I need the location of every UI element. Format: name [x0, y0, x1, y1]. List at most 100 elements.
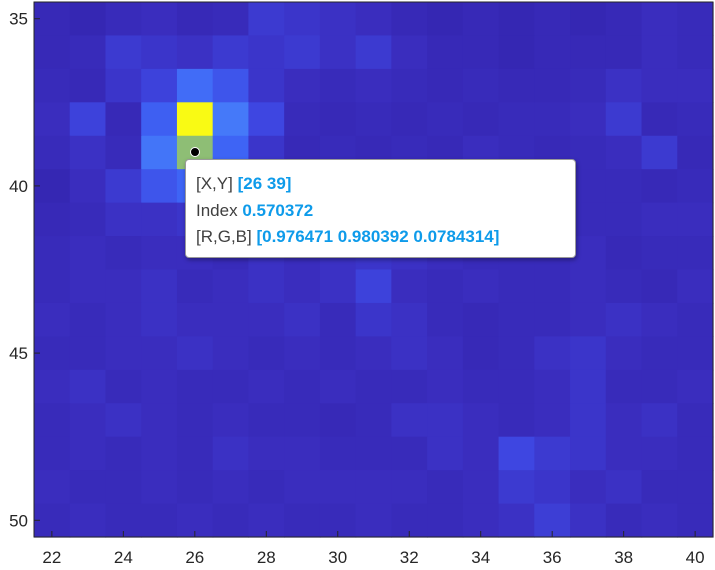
heatmap-cell[interactable]	[212, 369, 250, 404]
heatmap-cell[interactable]	[462, 470, 500, 505]
heatmap-cell[interactable]	[141, 102, 178, 137]
heatmap-cell[interactable]	[427, 336, 464, 371]
heatmap-cell[interactable]	[34, 369, 71, 404]
heatmap-cell[interactable]	[462, 403, 500, 438]
heatmap-cell[interactable]	[176, 68, 214, 103]
heatmap-cell[interactable]	[677, 369, 714, 404]
heatmap-cell[interactable]	[69, 135, 107, 170]
heatmap-cell[interactable]	[248, 68, 285, 103]
heatmap-cell[interactable]	[34, 135, 71, 170]
heatmap-cell[interactable]	[534, 269, 571, 304]
heatmap-cell[interactable]	[212, 2, 250, 37]
heatmap-cell[interactable]	[69, 102, 107, 137]
heatmap-cell[interactable]	[462, 369, 500, 404]
heatmap-cell[interactable]	[319, 336, 357, 371]
heatmap-cell[interactable]	[570, 503, 607, 538]
heatmap-cell[interactable]	[176, 302, 214, 337]
heatmap-cell[interactable]	[141, 503, 178, 538]
heatmap-cell[interactable]	[212, 436, 250, 471]
heatmap-cell[interactable]	[69, 2, 107, 37]
heatmap-cell[interactable]	[319, 470, 357, 505]
heatmap-cell[interactable]	[462, 2, 500, 37]
heatmap-cell[interactable]	[498, 436, 535, 471]
heatmap-cell[interactable]	[69, 503, 107, 538]
heatmap-cell[interactable]	[34, 68, 71, 103]
heatmap-cell[interactable]	[391, 403, 428, 438]
heatmap-cell[interactable]	[284, 302, 321, 337]
heatmap-cell[interactable]	[69, 403, 107, 438]
heatmap-cell[interactable]	[391, 35, 428, 70]
heatmap-cell[interactable]	[462, 436, 500, 471]
heatmap-cell[interactable]	[69, 269, 107, 304]
heatmap-cell[interactable]	[677, 336, 714, 371]
heatmap-cell[interactable]	[105, 102, 142, 137]
heatmap-cell[interactable]	[248, 302, 285, 337]
heatmap-cell[interactable]	[641, 369, 678, 404]
heatmap-cell[interactable]	[319, 68, 357, 103]
heatmap-cell[interactable]	[677, 102, 714, 137]
heatmap-cell[interactable]	[605, 436, 643, 471]
heatmap-cell[interactable]	[570, 369, 607, 404]
heatmap-cell[interactable]	[105, 403, 142, 438]
heatmap-cell[interactable]	[284, 269, 321, 304]
heatmap-cell[interactable]	[534, 2, 571, 37]
heatmap-cell[interactable]	[641, 436, 678, 471]
heatmap-cell[interactable]	[69, 169, 107, 204]
heatmap-cell[interactable]	[319, 369, 357, 404]
heatmap-cell[interactable]	[641, 302, 678, 337]
heatmap-cell[interactable]	[641, 202, 678, 237]
heatmap-cell[interactable]	[534, 436, 571, 471]
heatmap-cell[interactable]	[462, 102, 500, 137]
heatmap-cell[interactable]	[534, 403, 571, 438]
heatmap-cell[interactable]	[462, 35, 500, 70]
heatmap-cell[interactable]	[355, 470, 392, 505]
heatmap-cell[interactable]	[498, 336, 535, 371]
heatmap-cell[interactable]	[498, 369, 535, 404]
heatmap-cell[interactable]	[498, 269, 535, 304]
heatmap-cell[interactable]	[570, 336, 607, 371]
heatmap-cell[interactable]	[141, 202, 178, 237]
heatmap-cell[interactable]	[605, 470, 643, 505]
heatmap-cell[interactable]	[355, 403, 392, 438]
heatmap-cell[interactable]	[319, 2, 357, 37]
heatmap-cell[interactable]	[105, 436, 142, 471]
heatmap-cell[interactable]	[105, 202, 142, 237]
heatmap-cell[interactable]	[605, 169, 643, 204]
heatmap-cell[interactable]	[355, 302, 392, 337]
heatmap-cell[interactable]	[176, 470, 214, 505]
heatmap-cell[interactable]	[248, 369, 285, 404]
heatmap-cell[interactable]	[284, 35, 321, 70]
heatmap-cell[interactable]	[284, 503, 321, 538]
heatmap-cell[interactable]	[34, 102, 71, 137]
heatmap-cell[interactable]	[355, 102, 392, 137]
heatmap-cell[interactable]	[570, 102, 607, 137]
heatmap-cell[interactable]	[427, 2, 464, 37]
heatmap-cell[interactable]	[677, 302, 714, 337]
heatmap-cell[interactable]	[34, 269, 71, 304]
heatmap-cell[interactable]	[141, 369, 178, 404]
heatmap-cell[interactable]	[248, 269, 285, 304]
heatmap-cell[interactable]	[355, 503, 392, 538]
heatmap-cell[interactable]	[284, 403, 321, 438]
heatmap-cell[interactable]	[176, 2, 214, 37]
heatmap-cell[interactable]	[319, 436, 357, 471]
heatmap-cell[interactable]	[462, 68, 500, 103]
heatmap-cell[interactable]	[212, 302, 250, 337]
heatmap-cell[interactable]	[605, 202, 643, 237]
heatmap-cell[interactable]	[34, 436, 71, 471]
heatmap-cell[interactable]	[462, 269, 500, 304]
heatmap-cell[interactable]	[69, 35, 107, 70]
heatmap-cell[interactable]	[605, 236, 643, 271]
heatmap-cell[interactable]	[391, 369, 428, 404]
datatip[interactable]: [X,Y] [26 39] Index 0.570372 [R,G,B] [0.…	[185, 159, 576, 258]
heatmap-cell[interactable]	[641, 336, 678, 371]
heatmap-cell[interactable]	[498, 2, 535, 37]
heatmap-cell[interactable]	[427, 369, 464, 404]
heatmap-cell[interactable]	[641, 35, 678, 70]
heatmap-cell[interactable]	[534, 369, 571, 404]
heatmap-cell[interactable]	[641, 2, 678, 37]
heatmap-cells[interactable]	[34, 2, 714, 538]
heatmap-cell[interactable]	[212, 336, 250, 371]
heatmap-cell[interactable]	[284, 2, 321, 37]
heatmap-cell[interactable]	[69, 236, 107, 271]
